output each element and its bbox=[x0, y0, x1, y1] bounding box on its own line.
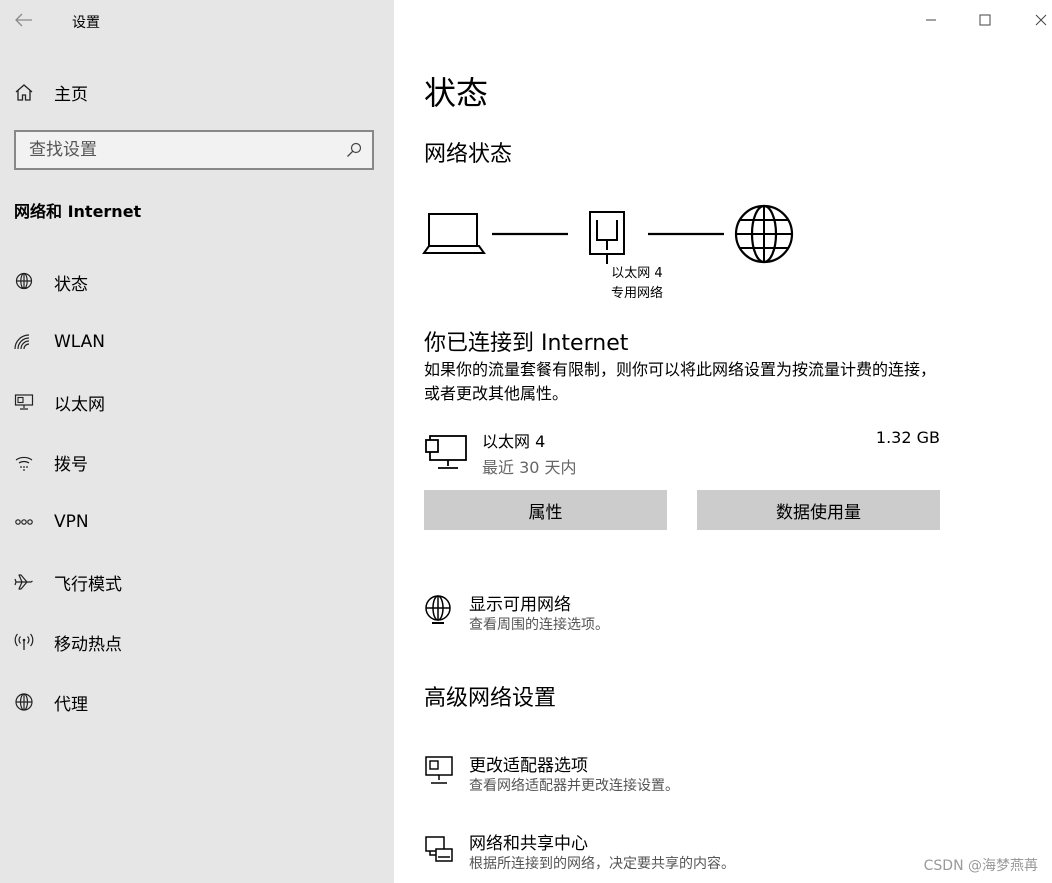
adapter-summary: 以太网 4 最近 30 天内 1.32 GB bbox=[424, 426, 940, 480]
sidebar-item-label: 代理 bbox=[54, 694, 88, 715]
hotspot-icon bbox=[14, 632, 34, 652]
ethernet-port-icon bbox=[589, 211, 625, 264]
sidebar-item-ethernet[interactable]: 以太网 bbox=[0, 372, 394, 432]
back-button[interactable] bbox=[8, 6, 40, 34]
page-title: 状态 bbox=[424, 74, 489, 112]
sharing-center-icon bbox=[425, 836, 453, 862]
sidebar-item-proxy[interactable]: 代理 bbox=[0, 672, 394, 732]
sharing-center-title: 网络和共享中心 bbox=[469, 834, 588, 854]
globe-status-icon bbox=[14, 272, 34, 292]
internet-globe-icon bbox=[734, 204, 794, 264]
sidebar-item-label: WLAN bbox=[54, 332, 106, 352]
adapter-name: 以太网 4 bbox=[482, 432, 546, 451]
sidebar-item-label: 移动热点 bbox=[54, 634, 122, 655]
sidebar-item-vpn[interactable]: VPN bbox=[0, 492, 394, 552]
diagram-network-type: 专用网络 bbox=[610, 286, 663, 301]
airplane-icon bbox=[14, 572, 34, 592]
vpn-icon bbox=[14, 512, 34, 532]
sidebar-item-label: 以太网 bbox=[54, 394, 105, 415]
search-icon[interactable] bbox=[346, 142, 362, 158]
sidebar-item-label: 拨号 bbox=[54, 454, 88, 475]
search-input[interactable] bbox=[16, 132, 372, 168]
connected-title: 你已连接到 Internet bbox=[424, 331, 629, 356]
wifi-icon bbox=[14, 332, 34, 352]
network-sharing-center-link[interactable]: 网络和共享中心 根据所连接到的网络，决定要共享的内容。 bbox=[424, 829, 944, 879]
ethernet-adapter-icon bbox=[425, 435, 467, 469]
diagram-adapter-label: 以太网 4 bbox=[611, 266, 663, 281]
sidebar-item-status[interactable]: 状态 bbox=[0, 252, 394, 312]
app-title: 设置 bbox=[72, 15, 100, 31]
watermark: CSDN @海梦燕苒 bbox=[923, 858, 1038, 874]
dialup-icon bbox=[14, 452, 34, 472]
adapter-usage: 1.32 GB bbox=[875, 428, 940, 447]
data-usage-button[interactable]: 数据使用量 bbox=[697, 490, 940, 530]
network-diagram: 以太网 4 专用网络 bbox=[422, 200, 802, 310]
sidebar-item-home[interactable]: 主页 bbox=[0, 72, 394, 112]
sidebar-item-hotspot[interactable]: 移动热点 bbox=[0, 612, 394, 672]
connected-description: 如果你的流量套餐有限制，则你可以将此网络设置为按流量计费的连接，或者更改其他属性… bbox=[424, 360, 937, 403]
title-bar: 设置 bbox=[0, 0, 394, 40]
section-title: 网络和 Internet bbox=[14, 202, 142, 221]
network-adapter-icon bbox=[425, 756, 453, 784]
ethernet-icon bbox=[14, 392, 34, 412]
show-networks-title: 显示可用网络 bbox=[469, 595, 571, 615]
globe-network-icon bbox=[425, 595, 451, 624]
search-box[interactable] bbox=[14, 130, 374, 170]
sidebar-item-label: 主页 bbox=[54, 84, 88, 105]
network-status-heading: 网络状态 bbox=[424, 142, 513, 167]
sidebar-item-dialup[interactable]: 拨号 bbox=[0, 432, 394, 492]
network-diagram-graphic bbox=[422, 204, 794, 264]
change-adapter-title: 更改适配器选项 bbox=[469, 756, 588, 776]
main-content: 状态 网络状态 以太网 4 专用网络 你已连接到 Internet 如果你的流量… bbox=[394, 0, 1052, 883]
properties-button[interactable]: 属性 bbox=[424, 490, 667, 530]
sidebar-item-label: 飞行模式 bbox=[54, 574, 122, 595]
sidebar-item-wlan[interactable]: WLAN bbox=[0, 312, 394, 372]
show-networks-subtitle: 查看周围的连接选项。 bbox=[469, 617, 609, 633]
adapter-period: 最近 30 天内 bbox=[482, 458, 577, 477]
sidebar-item-label: VPN bbox=[54, 512, 89, 532]
sharing-center-subtitle: 根据所连接到的网络，决定要共享的内容。 bbox=[469, 856, 735, 872]
change-adapter-options-link[interactable]: 更改适配器选项 查看网络适配器并更改连接设置。 bbox=[424, 751, 944, 801]
back-arrow-icon bbox=[15, 13, 32, 27]
sidebar-item-label: 状态 bbox=[54, 274, 88, 295]
sidebar: 设置 主页 网络和 Internet 状态 WLAN bbox=[0, 0, 394, 883]
show-available-networks-link[interactable]: 显示可用网络 查看周围的连接选项。 bbox=[424, 590, 944, 640]
sidebar-nav: 状态 WLAN 以太网 拨号 VPN 飞行模式 移动热点 代理 bbox=[0, 252, 394, 732]
advanced-settings-heading: 高级网络设置 bbox=[424, 686, 557, 711]
sidebar-item-airplane[interactable]: 飞行模式 bbox=[0, 552, 394, 612]
change-adapter-subtitle: 查看网络适配器并更改连接设置。 bbox=[469, 778, 679, 794]
home-icon bbox=[14, 82, 34, 102]
globe-icon bbox=[14, 692, 34, 712]
laptop-icon bbox=[422, 213, 486, 254]
